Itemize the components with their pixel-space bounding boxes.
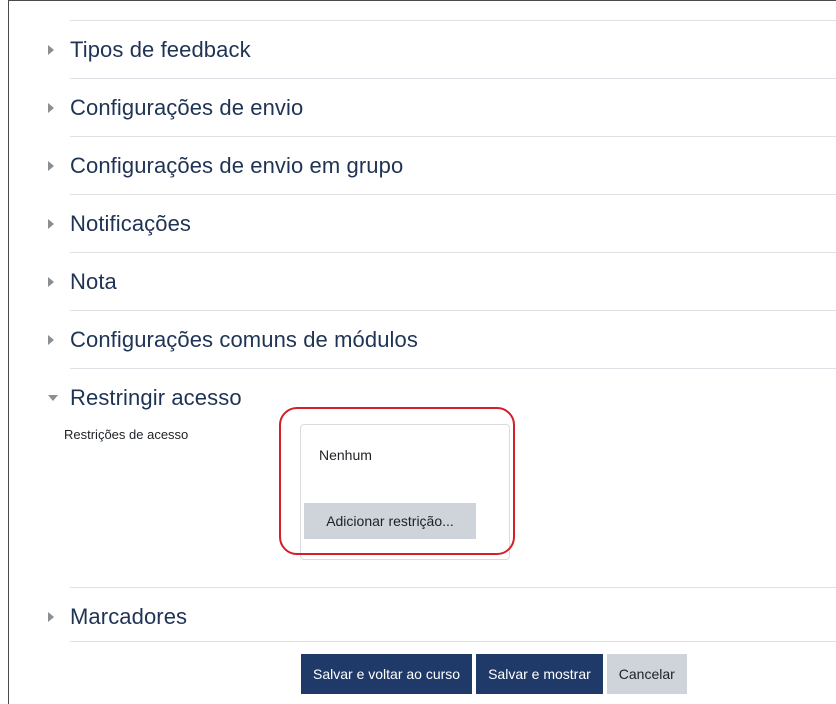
section-title: Configurações de envio [70,94,304,120]
restrictions-value: Nenhum [319,447,372,463]
section-header-restringir-acesso[interactable]: Restringir acesso [48,369,836,427]
cancel-button[interactable]: Cancelar [606,654,687,694]
settings-sections: Tipos de feedback Configurações de envio… [48,20,836,645]
section-title: Notificações [70,210,192,236]
caret-right-icon [48,334,54,345]
section-configuracoes-comuns-de-modulos[interactable]: Configurações comuns de módulos [48,310,836,368]
section-nota[interactable]: Nota [48,252,836,310]
section-configuracoes-de-envio[interactable]: Configurações de envio [48,78,836,136]
section-title: Tipos de feedback [70,36,251,62]
save-and-return-button[interactable]: Salvar e voltar ao curso [301,654,473,694]
restrict-access-body: Restrições de acesso Nenhum Adicionar re… [64,407,836,587]
section-title: Nota [70,268,117,294]
caret-right-icon [48,44,54,55]
caret-right-icon [48,276,54,287]
form-actions: Salvar e voltar ao curso Salvar e mostra… [70,641,836,694]
section-tipos-de-feedback[interactable]: Tipos de feedback [48,20,836,78]
section-title: Configurações comuns de módulos [70,326,418,352]
add-restriction-button[interactable]: Adicionar restrição... [304,503,476,539]
save-and-display-button[interactable]: Salvar e mostrar [476,654,603,694]
section-marcadores[interactable]: Marcadores [48,587,836,645]
section-configuracoes-de-envio-em-grupo[interactable]: Configurações de envio em grupo [48,136,836,194]
caret-right-icon [48,102,54,113]
section-notificacoes[interactable]: Notificações [48,194,836,252]
caret-right-icon [48,611,54,622]
caret-right-icon [48,160,54,171]
section-title: Configurações de envio em grupo [70,152,404,178]
access-restrictions-label: Restrições de acesso [64,427,189,442]
action-buttons: Salvar e voltar ao curso Salvar e mostra… [301,654,687,694]
section-restringir-acesso: Restringir acesso Restrições de acesso N… [48,368,836,587]
restrictions-box: Nenhum Adicionar restrição... [300,424,510,560]
section-title: Restringir acesso [70,385,242,410]
section-title: Marcadores [70,603,188,629]
caret-right-icon [48,218,54,229]
caret-down-icon [48,395,58,401]
